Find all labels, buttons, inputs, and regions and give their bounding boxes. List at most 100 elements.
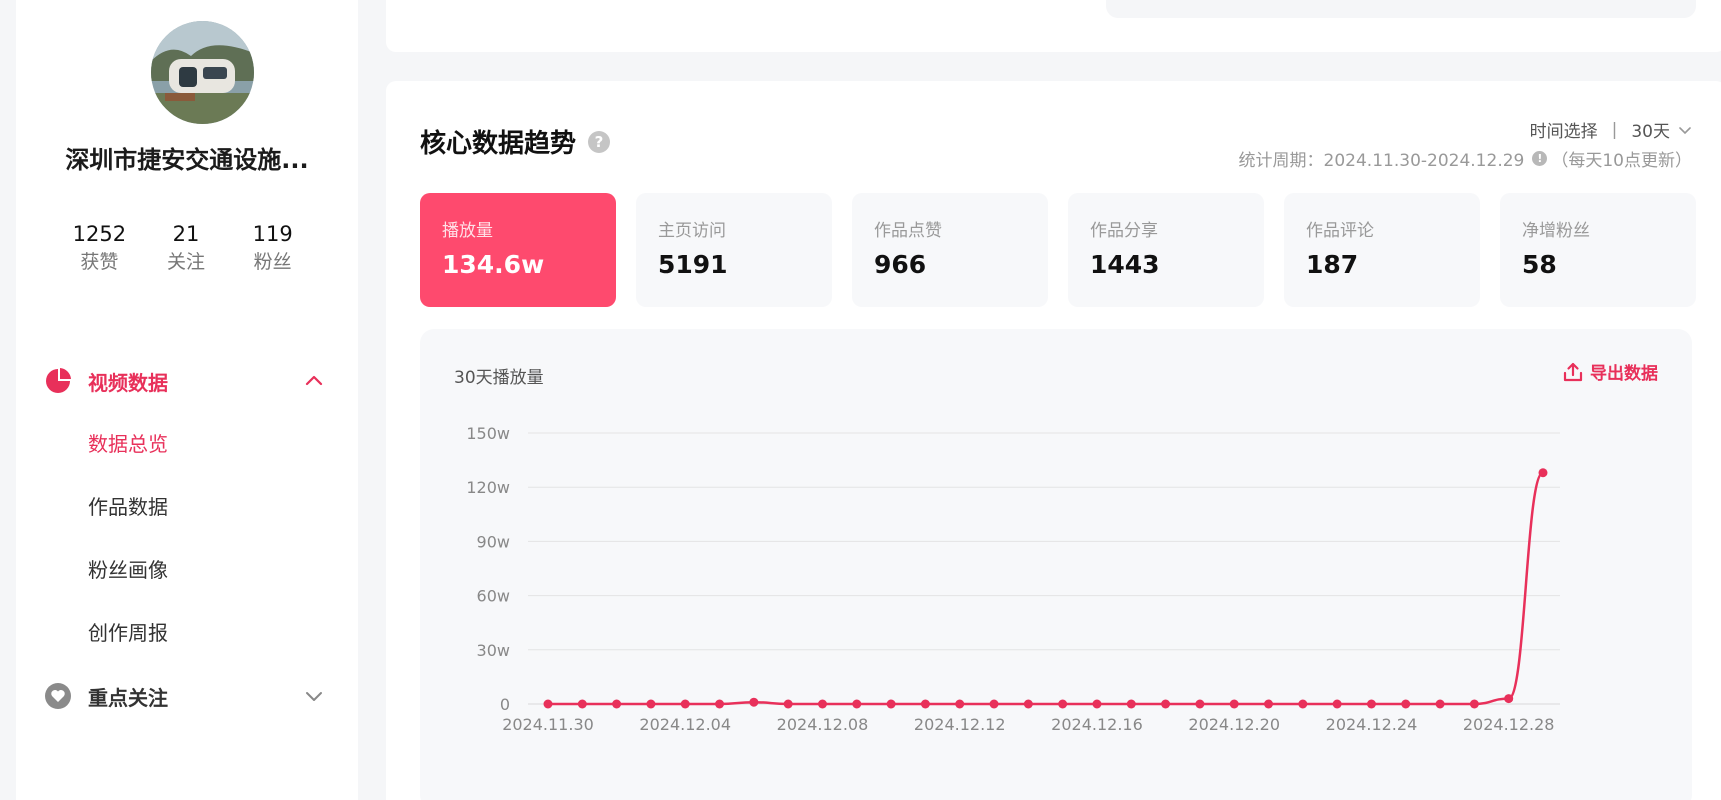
data-point [1229, 699, 1239, 709]
data-point [1126, 699, 1136, 709]
data-point [783, 699, 793, 709]
data-point [1332, 699, 1342, 709]
data-point [817, 699, 827, 709]
data-point [680, 699, 690, 709]
nav-group-focus[interactable]: 重点关注 [16, 674, 358, 718]
metric-value: 1443 [1090, 250, 1160, 279]
x-tick-label: 2024.12.08 [777, 715, 869, 734]
data-point [1092, 699, 1102, 709]
stat-following-value: 21 [172, 222, 200, 246]
metric-label: 作品评论 [1306, 221, 1374, 241]
data-point [1195, 699, 1205, 709]
data-point [749, 697, 759, 707]
core-data-card: 核心数据趋势 ? 时间选择 | 30天 统计周期：2024.11.30-2024… [386, 81, 1721, 800]
chevron-down-icon[interactable] [304, 686, 324, 706]
chart-panel: 30天播放量 导出数据 0 30w 60w 90w 120w 150w 2024.11.30… [420, 329, 1692, 800]
x-tick-label: 2024.12.28 [1463, 715, 1555, 734]
stat-following: 21 关注 [143, 220, 230, 276]
page-title-text: 核心数据趋势 [420, 129, 577, 159]
chevron-up-icon[interactable] [304, 371, 324, 391]
page-title: 核心数据趋势 ? [420, 123, 611, 160]
x-tick-label: 2024.12.20 [1188, 715, 1280, 734]
pie-chart-icon [46, 368, 71, 393]
stat-likes: 1252 获赞 [56, 220, 143, 276]
data-point [543, 699, 553, 709]
data-point [1366, 699, 1376, 709]
metric-card-plays[interactable]: 播放量 134.6w [420, 193, 616, 307]
y-tick-label: 150w [466, 424, 510, 443]
y-tick-label: 0 [500, 695, 510, 714]
data-point [989, 699, 999, 709]
profile-stats: 1252 获赞 21 关注 119 粉丝 [56, 220, 316, 276]
time-select[interactable]: 时间选择 | 30天 [1530, 117, 1692, 142]
update-note: （每天10点更新） [1551, 151, 1692, 171]
x-tick-label: 2024.12.12 [914, 715, 1006, 734]
data-point [1435, 699, 1445, 709]
data-point [715, 699, 725, 709]
metric-card-home-visits[interactable]: 主页访问 5191 [636, 193, 832, 307]
time-select-label: 时间选择 [1529, 122, 1598, 142]
x-tick-label: 2024.11.30 [502, 715, 594, 734]
sidebar: 深圳市捷安交通设施... 1252 获赞 21 关注 119 粉丝 视频数据 数… [16, 0, 358, 800]
metric-label: 作品分享 [1090, 221, 1158, 241]
nav-group-focus-label: 重点关注 [88, 685, 168, 710]
stat-fans: 119 粉丝 [229, 220, 316, 276]
data-point [1469, 699, 1479, 709]
data-point [1538, 468, 1548, 478]
info-icon[interactable]: ! [1532, 151, 1548, 166]
stat-period: 统计周期：2024.11.30-2024.12.29 ! （每天10点更新） [1239, 146, 1692, 171]
profile-name: 深圳市捷安交通设施... [65, 146, 309, 174]
nav-group-video-data[interactable]: 视频数据 [16, 359, 358, 403]
metric-value: 187 [1306, 250, 1359, 279]
data-point [1023, 699, 1033, 709]
data-point [1401, 699, 1411, 709]
period-text: 统计周期：2024.11.30-2024.12.29 [1238, 151, 1525, 171]
stat-likes-label: 获赞 [80, 251, 119, 273]
data-point [577, 699, 587, 709]
stat-likes-value: 1252 [72, 222, 127, 246]
sidebar-item-fan-profile[interactable]: 粉丝画像 [88, 556, 168, 584]
y-tick-label: 90w [477, 532, 510, 551]
metric-card-comments[interactable]: 作品评论 187 [1284, 193, 1480, 307]
data-point [612, 699, 622, 709]
metric-card-likes[interactable]: 作品点赞 966 [852, 193, 1048, 307]
data-point [955, 699, 965, 709]
x-tick-label: 2024.12.16 [1051, 715, 1143, 734]
metric-label: 主页访问 [658, 221, 726, 241]
x-tick-label: 2024.12.24 [1326, 715, 1418, 734]
sidebar-item-data-overview[interactable]: 数据总览 [88, 430, 168, 458]
nav-group-video-data-label: 视频数据 [88, 370, 168, 395]
question-icon[interactable]: ? [588, 130, 611, 153]
sidebar-item-weekly-report[interactable]: 创作周报 [88, 619, 168, 647]
play-count-line-chart: 0 30w 60w 90w 120w 150w 2024.11.30 2024.12.04 20… [466, 424, 1560, 734]
metric-value: 966 [874, 250, 927, 279]
heart-icon [45, 683, 71, 709]
avatar[interactable] [151, 21, 254, 124]
metric-value: 58 [1522, 250, 1557, 279]
data-point [1058, 699, 1068, 709]
data-point [1264, 699, 1274, 709]
x-tick-label: 2024.12.04 [639, 715, 731, 734]
metric-label: 播放量 [442, 221, 493, 241]
sidebar-item-works-data[interactable]: 作品数据 [88, 493, 168, 521]
divider: | [1611, 119, 1618, 140]
time-select-value: 30天 [1631, 122, 1670, 142]
top-card-inner [1106, 0, 1696, 18]
metric-value: 5191 [658, 250, 728, 279]
data-point [646, 699, 656, 709]
metric-label: 作品点赞 [874, 221, 942, 241]
stat-fans-label: 粉丝 [253, 251, 292, 273]
metric-card-new-fans[interactable]: 净增粉丝 58 [1500, 193, 1696, 307]
data-point [852, 699, 862, 709]
y-tick-label: 60w [477, 587, 510, 606]
data-point [1504, 694, 1514, 704]
data-point [1298, 699, 1308, 709]
stat-fans-value: 119 [252, 222, 293, 246]
metric-cards: 播放量 134.6w 主页访问 5191 作品点赞 966 作品分享 1443 … [420, 193, 1700, 307]
data-point [920, 699, 930, 709]
data-point [886, 699, 896, 709]
chevron-down-icon [1679, 126, 1691, 134]
metric-card-shares[interactable]: 作品分享 1443 [1068, 193, 1264, 307]
top-card [386, 0, 1721, 52]
y-tick-label: 120w [466, 478, 510, 497]
